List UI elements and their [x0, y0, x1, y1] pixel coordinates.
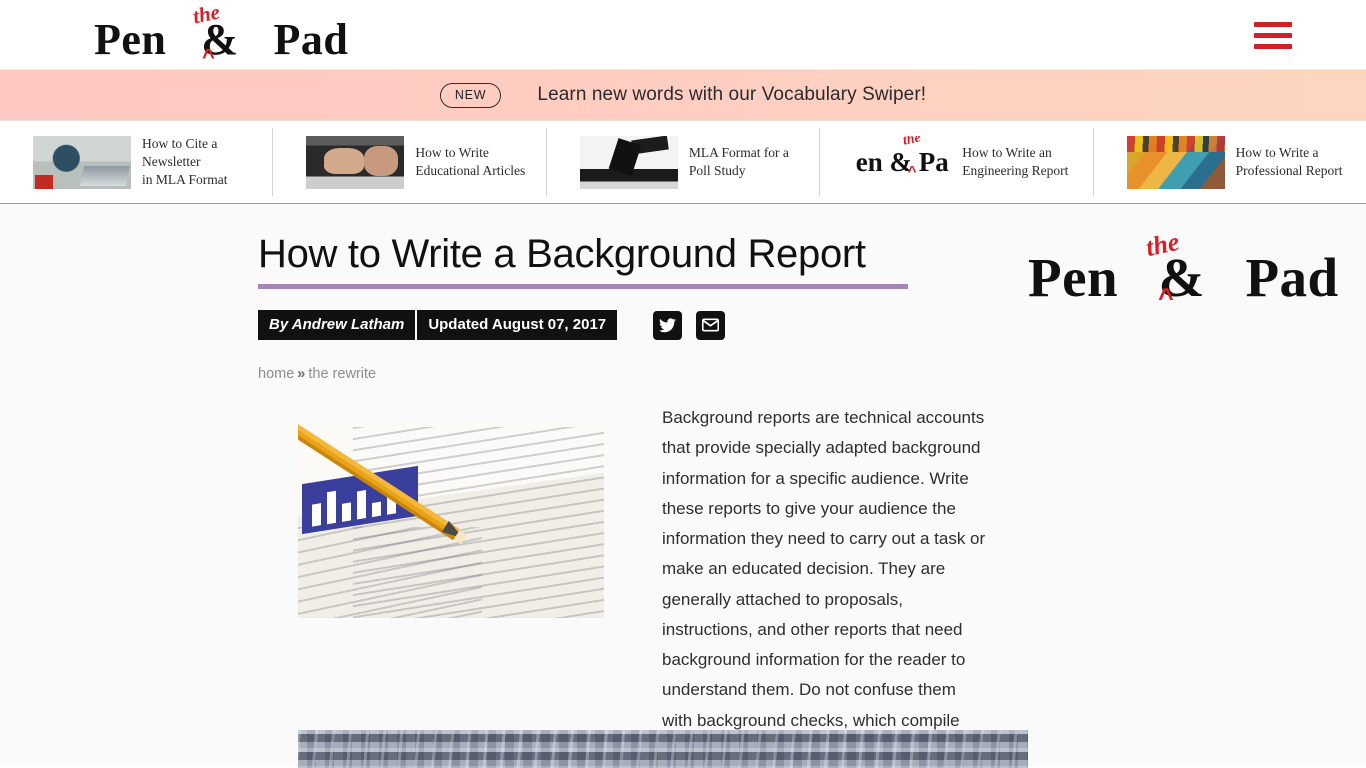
breadcrumb-separator: »: [297, 366, 306, 383]
updated-date-badge: Updated August 07, 2017: [417, 310, 618, 341]
related-article-5[interactable]: How to Write a Professional Report: [1094, 128, 1366, 196]
related-article-2[interactable]: How to Write Educational Articles: [273, 128, 547, 196]
page-title: How to Write a Background Report: [258, 232, 866, 276]
breadcrumb: home» the rewrite: [258, 366, 988, 382]
ballot-box-photo: [579, 135, 678, 189]
man-at-laptop-photo: [33, 135, 131, 189]
photo-bar-4: [357, 490, 366, 520]
hamburger-bar-2: [1254, 33, 1292, 38]
pen-and-pad-logo-thumb: en & Pa the ^: [853, 135, 952, 189]
related-article-3-label: MLA Format for a Poll Study: [689, 144, 789, 180]
related-article-2-line2: Educational Articles: [415, 163, 526, 178]
related-article-5-label: How to Write a Professional Report: [1236, 144, 1343, 180]
related-article-4-line1: How to Write an: [962, 144, 1052, 160]
share-buttons: [653, 310, 726, 340]
sidebar-logo[interactable]: Pen & Pad the ^: [1015, 227, 1338, 313]
photo-bar-2: [327, 490, 336, 525]
email-share-button[interactable]: [696, 310, 726, 340]
empty-auditorium-seats-photo: [298, 730, 1028, 768]
sidebar-logo-caret-icon: ^: [1158, 283, 1174, 313]
related-article-4[interactable]: en & Pa the ^ How to Write an Engineerin…: [820, 128, 1094, 196]
promo-message: Learn new words with our Vocabulary Swip…: [537, 84, 927, 105]
logo-caret-icon: ^: [202, 44, 215, 69]
photo-bar-3: [342, 502, 351, 523]
hamburger-bar-1: [1254, 22, 1292, 27]
sidebar-logo-word-pad: Pad: [1245, 247, 1339, 308]
hands-typing-keyboard-photo: [306, 135, 405, 189]
related-article-2-label: How to Write Educational Articles: [415, 144, 525, 180]
related-article-3[interactable]: MLA Format for a Poll Study: [547, 128, 821, 196]
article: How to Write a Background Report By Andr…: [258, 232, 988, 768]
title-underline-rule: [258, 284, 908, 290]
breadcrumb-home-link[interactable]: home: [258, 366, 294, 382]
page-body: How to Write a Background Report By Andr…: [0, 204, 1366, 768]
logo-word-pen: Pen: [94, 15, 167, 64]
sidebar-logo-word-pen: Pen: [1028, 247, 1119, 308]
promo-banner[interactable]: NEW Learn new words with our Vocabulary …: [0, 70, 1366, 121]
promo-new-badge: NEW: [439, 82, 502, 108]
sidebar: Pen & Pad the ^: [1015, 227, 1338, 313]
related-article-1-line2: in MLA Format: [142, 172, 228, 188]
related-article-1-label: How to Cite a Newsletter in MLA Format: [142, 135, 256, 190]
photo-text-lines-secondary: [298, 527, 482, 619]
author-badge: By Andrew Latham: [258, 310, 416, 341]
sidebar-logo-wordmark: Pen & Pad: [1028, 246, 1339, 309]
related-article-5-line2: Professional Report: [1235, 163, 1343, 178]
article-body-text: Background reports are technical account…: [662, 408, 986, 760]
related-article-3-line1: MLA Format for a: [688, 144, 789, 160]
related-article-1-line1: How to Cite a Newsletter: [142, 135, 218, 169]
logo-word-pad: Pad: [273, 15, 349, 64]
thumb-logo-caret-icon: ^: [907, 162, 917, 180]
hamburger-menu-icon[interactable]: [1254, 22, 1292, 49]
hamburger-bar-3: [1254, 44, 1292, 49]
photo-bar-5: [372, 501, 381, 518]
breadcrumb-current-link[interactable]: the rewrite: [308, 366, 376, 382]
pencil-on-documents-photo: [298, 419, 604, 619]
site-header: Pen & Pad the ^: [0, 0, 1366, 70]
related-article-3-line2: Poll Study: [688, 163, 746, 178]
photo-bar-1: [312, 503, 321, 527]
related-articles-strip: How to Cite a Newsletter in MLA Format H…: [0, 121, 1366, 204]
related-article-2-line1: How to Write: [415, 144, 489, 160]
related-article-5-line1: How to Write a: [1235, 144, 1319, 160]
twitter-share-button[interactable]: [653, 310, 683, 340]
related-article-1[interactable]: How to Cite a Newsletter in MLA Format: [0, 128, 274, 196]
thumb-logo-wordmark: en & Pa the ^: [855, 136, 949, 180]
colorful-paint-photo: [1126, 135, 1225, 189]
site-logo[interactable]: Pen & Pad the ^: [94, 0, 348, 68]
related-article-4-label: How to Write an Engineering Report: [962, 144, 1068, 180]
article-meta: By Andrew Latham Updated August 07, 2017: [258, 310, 988, 341]
thumb-logo-text: en & Pa: [855, 146, 949, 177]
article-content-row: Background reports are technical account…: [258, 403, 988, 768]
related-article-4-line2: Engineering Report: [962, 163, 1069, 178]
